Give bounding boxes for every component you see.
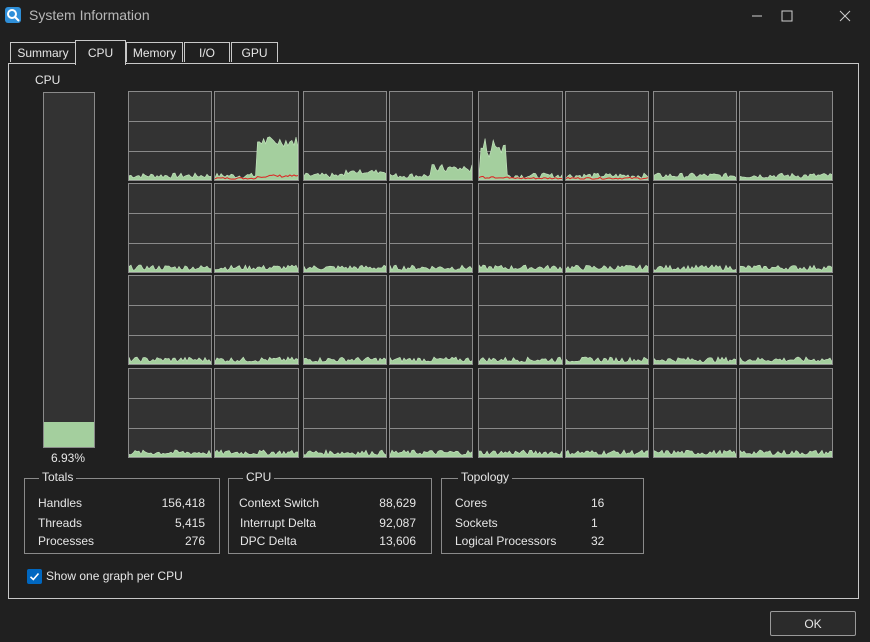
cpu-graph-12 [478, 183, 563, 273]
cpu-graph-15 [739, 183, 833, 273]
maximize-icon [781, 10, 793, 22]
show-one-graph-label[interactable]: Show one graph per CPU [46, 569, 183, 583]
cpu-graph-24 [128, 368, 212, 458]
tab-io[interactable]: I/O [184, 42, 230, 62]
sockets-label: Sockets [455, 516, 498, 530]
topology-group: Topology Cores 16 Sockets 1 Logical Proc… [441, 470, 644, 554]
cpu-graph-28 [478, 368, 563, 458]
checkmark-icon [29, 572, 40, 581]
tab-summary[interactable]: Summary [10, 42, 76, 62]
cores-value: 16 [591, 496, 605, 510]
cpu-graph-9 [214, 183, 299, 273]
maximize-button[interactable] [764, 0, 810, 32]
cpu-graph-0 [128, 91, 212, 181]
interrupt-delta-value: 92,087 [379, 516, 416, 530]
totals-group: Totals Handles 156,418 Threads 5,415 Pro… [24, 470, 220, 554]
threads-value: 5,415 [174, 516, 205, 530]
cpu-graph-4 [478, 91, 563, 181]
close-button[interactable] [822, 0, 868, 32]
logical-processors-value: 32 [591, 534, 605, 548]
cpu-graph-21 [565, 275, 649, 365]
cpu-graph-1 [214, 91, 299, 181]
cpu-graph-20 [478, 275, 563, 365]
logical-processors-label: Logical Processors [455, 534, 557, 548]
tab-memory[interactable]: Memory [126, 42, 183, 62]
handles-label: Handles [38, 496, 83, 510]
context-switch-label: Context Switch [239, 496, 320, 510]
threads-label: Threads [38, 516, 83, 530]
interrupt-delta-label: Interrupt Delta [240, 516, 317, 530]
cpu-graph-11 [389, 183, 473, 273]
title-bar: System Information [0, 0, 870, 32]
cpu-graph-29 [565, 368, 649, 458]
cores-label: Cores [455, 496, 488, 510]
cpu-usage-percent: 6.93% [50, 451, 86, 465]
ok-button[interactable]: OK [770, 611, 856, 636]
cpu-usage-meter [43, 92, 95, 448]
cpu-graph-13 [565, 183, 649, 273]
dpc-delta-value: 13,606 [379, 534, 416, 548]
show-one-graph-checkbox[interactable] [27, 569, 42, 584]
window-title: System Information [29, 7, 150, 23]
cpu-graph-27 [389, 368, 473, 458]
handles-value: 156,418 [161, 496, 205, 510]
close-icon [839, 10, 851, 22]
processes-value: 276 [184, 534, 205, 548]
cpu-graph-6 [653, 91, 737, 181]
cpu-graph-25 [214, 368, 299, 458]
cpu-graph-5 [565, 91, 649, 181]
cpu-stats-group: CPU Context Switch 88,629 Interrupt Delt… [228, 470, 432, 554]
processes-label: Processes [38, 534, 95, 548]
cpu-usage-fill [44, 422, 94, 447]
topology-title: Topology [458, 470, 513, 484]
minimize-icon [752, 15, 762, 17]
cpu-graph-22 [653, 275, 737, 365]
cpu-graph-17 [214, 275, 299, 365]
cpu-graph-3 [389, 91, 473, 181]
sockets-value: 1 [591, 516, 598, 530]
cpu-graph-30 [653, 368, 737, 458]
cpu-graph-19 [389, 275, 473, 365]
tab-gpu[interactable]: GPU [231, 42, 278, 62]
cpu-graph-18 [303, 275, 387, 365]
app-icon [5, 7, 21, 23]
cpu-graph-14 [653, 183, 737, 273]
cpu-graph-2 [303, 91, 387, 181]
cpu-meter-label: CPU [35, 73, 61, 87]
cpu-graph-31 [739, 368, 833, 458]
cpu-graph-23 [739, 275, 833, 365]
cpu-graph-7 [739, 91, 833, 181]
cpu-graph-10 [303, 183, 387, 273]
cpu-graph-8 [128, 183, 212, 273]
tab-cpu[interactable]: CPU [75, 40, 126, 65]
cpu-stats-title: CPU [243, 470, 275, 484]
dpc-delta-label: DPC Delta [240, 534, 297, 548]
cpu-graph-16 [128, 275, 212, 365]
cpu-graph-26 [303, 368, 387, 458]
context-switch-value: 88,629 [379, 496, 416, 510]
totals-title: Totals [39, 470, 77, 484]
